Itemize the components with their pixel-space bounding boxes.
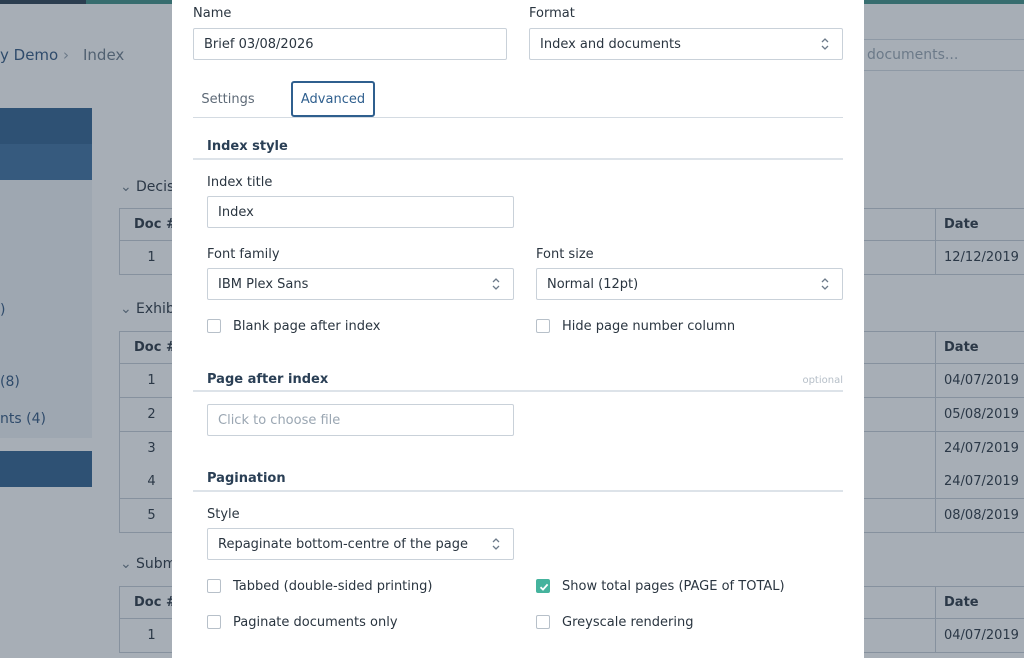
checkbox-box[interactable] bbox=[536, 319, 550, 333]
name-input[interactable]: Brief 03/08/2026 bbox=[193, 28, 507, 60]
select-arrows-icon bbox=[821, 38, 829, 50]
section-divider bbox=[193, 490, 843, 492]
select-arrows-icon bbox=[821, 278, 829, 290]
show-total-pages-checkbox[interactable]: Show total pages (PAGE of TOTAL) bbox=[536, 578, 785, 594]
format-label: Format bbox=[529, 6, 575, 21]
checkbox-label: Hide page number column bbox=[562, 318, 736, 334]
font-family-select[interactable]: IBM Plex Sans bbox=[207, 268, 514, 300]
index-title-input[interactable]: Index bbox=[207, 196, 514, 228]
font-size-select[interactable]: Normal (12pt) bbox=[536, 268, 843, 300]
checkbox-box-checked[interactable] bbox=[536, 579, 550, 593]
font-family-label: Font family bbox=[207, 247, 280, 262]
font-family-value: IBM Plex Sans bbox=[218, 277, 309, 292]
greyscale-rendering-checkbox[interactable]: Greyscale rendering bbox=[536, 614, 693, 630]
checkbox-label: Paginate documents only bbox=[233, 614, 398, 630]
format-select[interactable]: Index and documents bbox=[529, 28, 843, 60]
index-title-value: Index bbox=[218, 205, 254, 220]
select-arrows-icon bbox=[492, 538, 500, 550]
checkmark-icon bbox=[539, 583, 549, 591]
checkbox-box[interactable] bbox=[207, 615, 221, 629]
pagination-heading: Pagination bbox=[207, 471, 286, 486]
choose-file-placeholder: Click to choose file bbox=[218, 413, 341, 428]
font-size-value: Normal (12pt) bbox=[547, 277, 639, 292]
tabbed-printing-checkbox[interactable]: Tabbed (double-sided printing) bbox=[207, 578, 432, 594]
format-value: Index and documents bbox=[540, 37, 681, 52]
style-label: Style bbox=[207, 507, 240, 522]
checkbox-label: Tabbed (double-sided printing) bbox=[233, 578, 433, 594]
page-after-index-heading: Page after index bbox=[207, 372, 329, 387]
section-divider bbox=[193, 158, 843, 160]
optional-hint: optional bbox=[802, 375, 843, 386]
name-value: Brief 03/08/2026 bbox=[204, 37, 314, 52]
checkbox-box[interactable] bbox=[536, 615, 550, 629]
paginate-documents-only-checkbox[interactable]: Paginate documents only bbox=[207, 614, 398, 630]
index-title-label: Index title bbox=[207, 175, 273, 190]
choose-file-input[interactable]: Click to choose file bbox=[207, 404, 514, 436]
checkbox-label: Show total pages (PAGE of TOTAL) bbox=[562, 578, 785, 594]
name-label: Name bbox=[193, 6, 232, 21]
index-style-heading: Index style bbox=[207, 139, 288, 154]
tab-settings[interactable]: Settings bbox=[193, 81, 263, 117]
checkbox-box[interactable] bbox=[207, 319, 221, 333]
font-size-label: Font size bbox=[536, 247, 594, 262]
checkbox-label: Greyscale rendering bbox=[562, 614, 694, 630]
pagination-style-select[interactable]: Repaginate bottom-centre of the page bbox=[207, 528, 514, 560]
section-divider bbox=[193, 390, 843, 392]
select-arrows-icon bbox=[492, 278, 500, 290]
hide-page-number-column-checkbox[interactable]: Hide page number column bbox=[536, 318, 735, 334]
blank-page-after-index-checkbox[interactable]: Blank page after index bbox=[207, 318, 380, 334]
tabs-divider bbox=[193, 117, 843, 118]
create-brief-modal: Name Brief 03/08/2026 Format Index and d… bbox=[172, 0, 864, 658]
checkbox-box[interactable] bbox=[207, 579, 221, 593]
tab-advanced[interactable]: Advanced bbox=[291, 81, 375, 117]
pagination-style-value: Repaginate bottom-centre of the page bbox=[218, 537, 468, 552]
checkbox-label: Blank page after index bbox=[233, 318, 381, 334]
